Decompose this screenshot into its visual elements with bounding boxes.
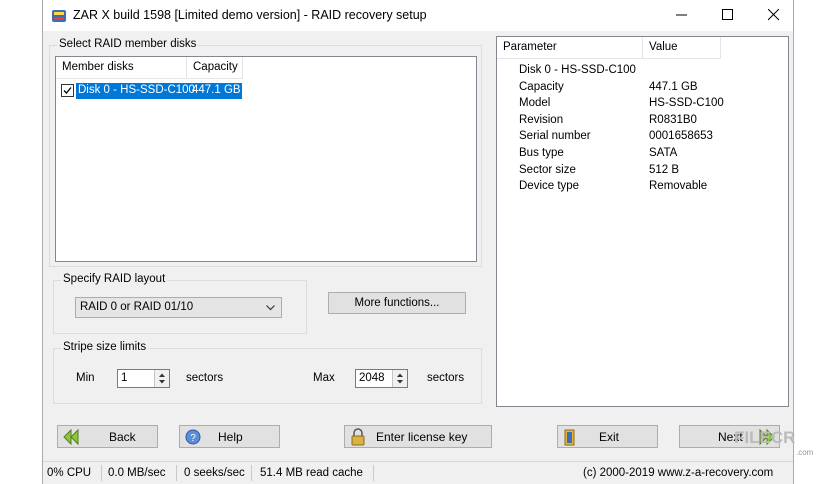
help-button[interactable]: ? Help	[179, 425, 280, 448]
disk-checkbox[interactable]	[61, 84, 74, 97]
back-arrow-icon	[63, 428, 79, 446]
enter-license-key-button[interactable]: Enter license key	[344, 425, 492, 448]
param-sector-size: Sector size	[519, 164, 576, 176]
exit-label: Exit	[599, 430, 620, 444]
raid-layout-select[interactable]: RAID 0 or RAID 01/10	[75, 297, 282, 318]
param-device-type: Device type	[519, 180, 580, 192]
app-icon	[51, 8, 67, 24]
max-label: Max	[313, 372, 335, 384]
disk-capacity-cell: 447.1 GB	[192, 84, 241, 96]
title-bar: ZAR X build 1598 [Limited demo version] …	[43, 0, 793, 31]
column-header-value[interactable]: Value	[643, 37, 721, 59]
status-cache: 51.4 MB read cache	[260, 467, 363, 479]
param-capacity: Capacity	[519, 81, 564, 93]
maximize-button[interactable]	[705, 0, 751, 31]
lock-icon	[351, 428, 365, 446]
status-speed: 0.0 MB/sec	[108, 467, 166, 479]
close-icon	[768, 9, 780, 21]
minimize-icon	[676, 14, 687, 16]
status-bar: 0% CPU 0.0 MB/sec 0 seeks/sec 51.4 MB re…	[43, 461, 793, 484]
chevron-down-icon	[266, 305, 275, 311]
maximize-icon	[722, 9, 733, 20]
column-header-parameter[interactable]: Parameter	[497, 37, 643, 59]
member-disks-group-label: Select RAID member disks	[57, 38, 199, 50]
more-functions-button[interactable]: More functions...	[328, 292, 466, 314]
member-disks-group: Select RAID member disks Member disks Ca…	[49, 38, 482, 267]
help-icon: ?	[185, 429, 201, 445]
value-serial-number: 0001658653	[649, 130, 713, 142]
param-revision: Revision	[519, 114, 564, 126]
minimize-button[interactable]	[659, 0, 705, 31]
min-label: Min	[76, 372, 95, 384]
value-capacity: 447.1 GB	[649, 81, 698, 93]
min-unit-label: sectors	[186, 372, 224, 384]
svg-text:?: ?	[190, 433, 196, 444]
value-device-type: Removable	[649, 180, 708, 192]
min-stripe-value: 1	[121, 372, 128, 384]
value-model: HS-SSD-C100	[649, 97, 724, 109]
param-model: Model	[519, 97, 551, 109]
spinner-arrows-icon[interactable]	[392, 370, 407, 387]
status-cpu: 0% CPU	[47, 467, 92, 479]
param-serial-number: Serial number	[519, 130, 591, 142]
value-bus-type: SATA	[649, 147, 678, 159]
more-functions-label: More functions...	[354, 297, 440, 309]
value-revision: R0831B0	[649, 114, 697, 126]
properties-header-row: Disk 0 - HS-SSD-C100	[519, 64, 636, 76]
param-bus-type: Bus type	[519, 147, 564, 159]
status-copyright: (c) 2000-2019 www.z-a-recovery.com	[583, 467, 774, 479]
table-row[interactable]: Disk 0 - HS-SSD-C100 447.1 GB	[76, 83, 242, 99]
spinner-arrows-icon[interactable]	[154, 370, 169, 387]
max-unit-label: sectors	[427, 372, 465, 384]
max-stripe-spinner[interactable]: 2048	[355, 369, 408, 388]
min-stripe-spinner[interactable]: 1	[117, 369, 170, 388]
watermark-suffix: .com	[796, 448, 814, 457]
watermark-text: FILECR	[734, 428, 796, 447]
max-stripe-value: 2048	[359, 372, 385, 384]
window-title: ZAR X build 1598 [Limited demo version] …	[73, 8, 427, 22]
license-label: Enter license key	[376, 430, 468, 444]
stripe-size-group-label: Stripe size limits	[61, 341, 149, 353]
back-label: Back	[109, 430, 136, 444]
disk-name-cell: Disk 0 - HS-SSD-C100	[78, 84, 195, 96]
member-disks-list[interactable]: Member disks Capacity Disk 0 - HS-SSD-C1…	[55, 56, 477, 262]
raid-layout-selected: RAID 0 or RAID 01/10	[80, 301, 194, 313]
help-label: Help	[218, 430, 243, 444]
watermark: FILECR .com	[734, 428, 813, 457]
app-window: ZAR X build 1598 [Limited demo version] …	[42, 0, 813, 484]
value-sector-size: 512 B	[649, 164, 680, 176]
status-seeks: 0 seeks/sec	[184, 467, 245, 479]
column-header-capacity[interactable]: Capacity	[187, 57, 243, 79]
back-button[interactable]: Back	[57, 425, 158, 448]
checkmark-icon	[63, 87, 72, 94]
column-header-member-disks[interactable]: Member disks	[56, 57, 187, 79]
exit-door-icon	[564, 429, 575, 446]
close-button[interactable]	[751, 0, 797, 31]
raid-layout-group-label: Specify RAID layout	[61, 273, 168, 285]
disk-properties-list[interactable]: Parameter Value Disk 0 - HS-SSD-C100 Cap…	[496, 36, 789, 407]
exit-button[interactable]: Exit	[557, 425, 658, 448]
